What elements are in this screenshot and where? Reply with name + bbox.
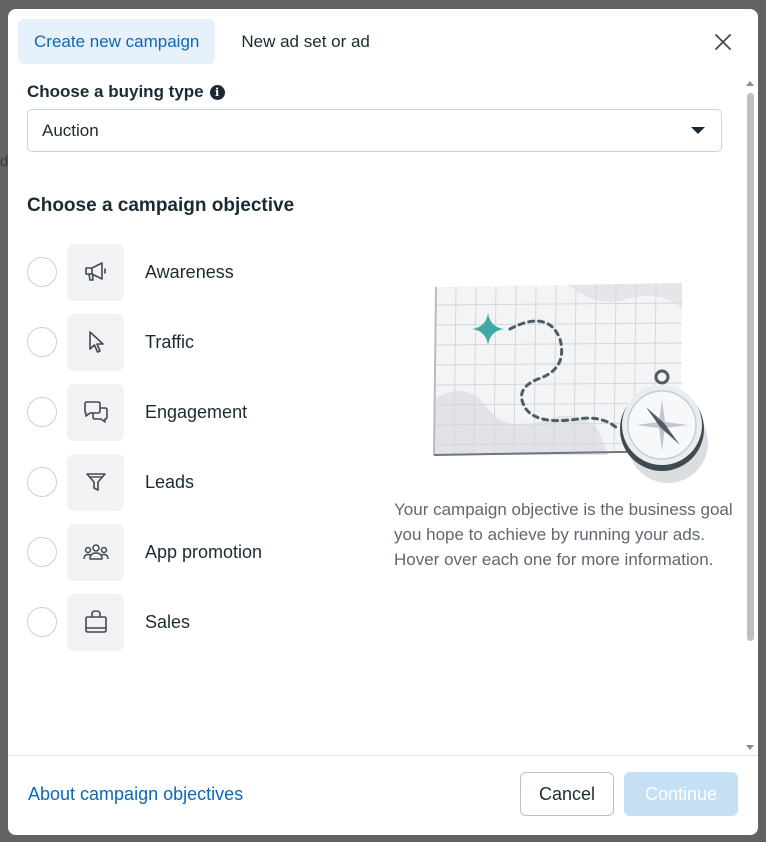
objective-awareness[interactable]: Awareness [27, 243, 357, 301]
tab-create-new-campaign[interactable]: Create new campaign [18, 19, 216, 64]
scroll-down-arrow-icon[interactable] [746, 745, 754, 750]
chevron-down-icon [691, 127, 705, 134]
objective-label: Sales [145, 611, 191, 632]
objective-label: Traffic [145, 331, 195, 352]
icon-box [67, 313, 124, 371]
radio-traffic[interactable] [27, 327, 57, 357]
icon-box [67, 383, 124, 441]
icon-box [67, 523, 124, 581]
about-campaign-objectives-link[interactable]: About campaign objectives [28, 784, 243, 805]
megaphone-icon [84, 262, 106, 281]
info-icon[interactable]: i [209, 84, 225, 100]
chat-bubbles-icon [83, 401, 108, 423]
buying-type-value: Auction [42, 120, 99, 140]
cancel-button[interactable]: Cancel [520, 772, 614, 816]
icon-box [67, 453, 124, 511]
buying-type-select[interactable]: Auction [27, 109, 722, 152]
dialog-body: Choose a buying type i Auction Choose a … [8, 69, 758, 755]
scrollbar[interactable] [744, 79, 756, 755]
objective-label: App promotion [145, 541, 263, 562]
dialog-tabs: Create new campaign New ad set or ad [18, 19, 386, 64]
icon-box [67, 243, 124, 301]
objective-label: Engagement [145, 401, 248, 422]
funnel-icon [85, 473, 106, 491]
icon-box [67, 593, 124, 651]
close-icon [715, 34, 731, 50]
objective-description: Your campaign objective is the business … [394, 500, 733, 569]
scroll-thumb[interactable] [747, 93, 754, 641]
radio-engagement[interactable] [27, 397, 57, 427]
radio-sales[interactable] [27, 607, 57, 637]
continue-button[interactable]: Continue [624, 772, 738, 816]
objective-label: Awareness [145, 261, 234, 282]
objective-app-promotion[interactable]: App promotion [27, 523, 357, 581]
scroll-up-arrow-icon[interactable] [746, 81, 754, 86]
tab-new-ad-set-or-ad[interactable]: New ad set or ad [225, 19, 386, 64]
objective-sales[interactable]: Sales [27, 593, 357, 651]
buying-type-label: Choose a buying type i [27, 82, 225, 102]
shopping-bag-icon [84, 610, 107, 633]
create-campaign-dialog: Create new campaign New ad set or ad Cho… [8, 9, 758, 835]
people-icon [82, 544, 109, 560]
objective-leads[interactable]: Leads [27, 453, 357, 511]
cursor-icon [88, 331, 104, 353]
objective-section-title: Choose a campaign objective [27, 195, 295, 216]
objective-traffic[interactable]: Traffic [27, 313, 357, 371]
buying-type-label-text: Choose a buying type [27, 82, 204, 101]
dialog-footer: About campaign objectives Cancel Continu… [8, 755, 758, 835]
radio-leads[interactable] [27, 467, 57, 497]
close-button[interactable] [708, 29, 738, 55]
objective-engagement[interactable]: Engagement [27, 383, 357, 441]
radio-awareness[interactable] [27, 257, 57, 287]
radio-app-promotion[interactable] [27, 537, 57, 567]
objective-label: Leads [145, 471, 195, 492]
map-compass-illustration [433, 283, 708, 483]
